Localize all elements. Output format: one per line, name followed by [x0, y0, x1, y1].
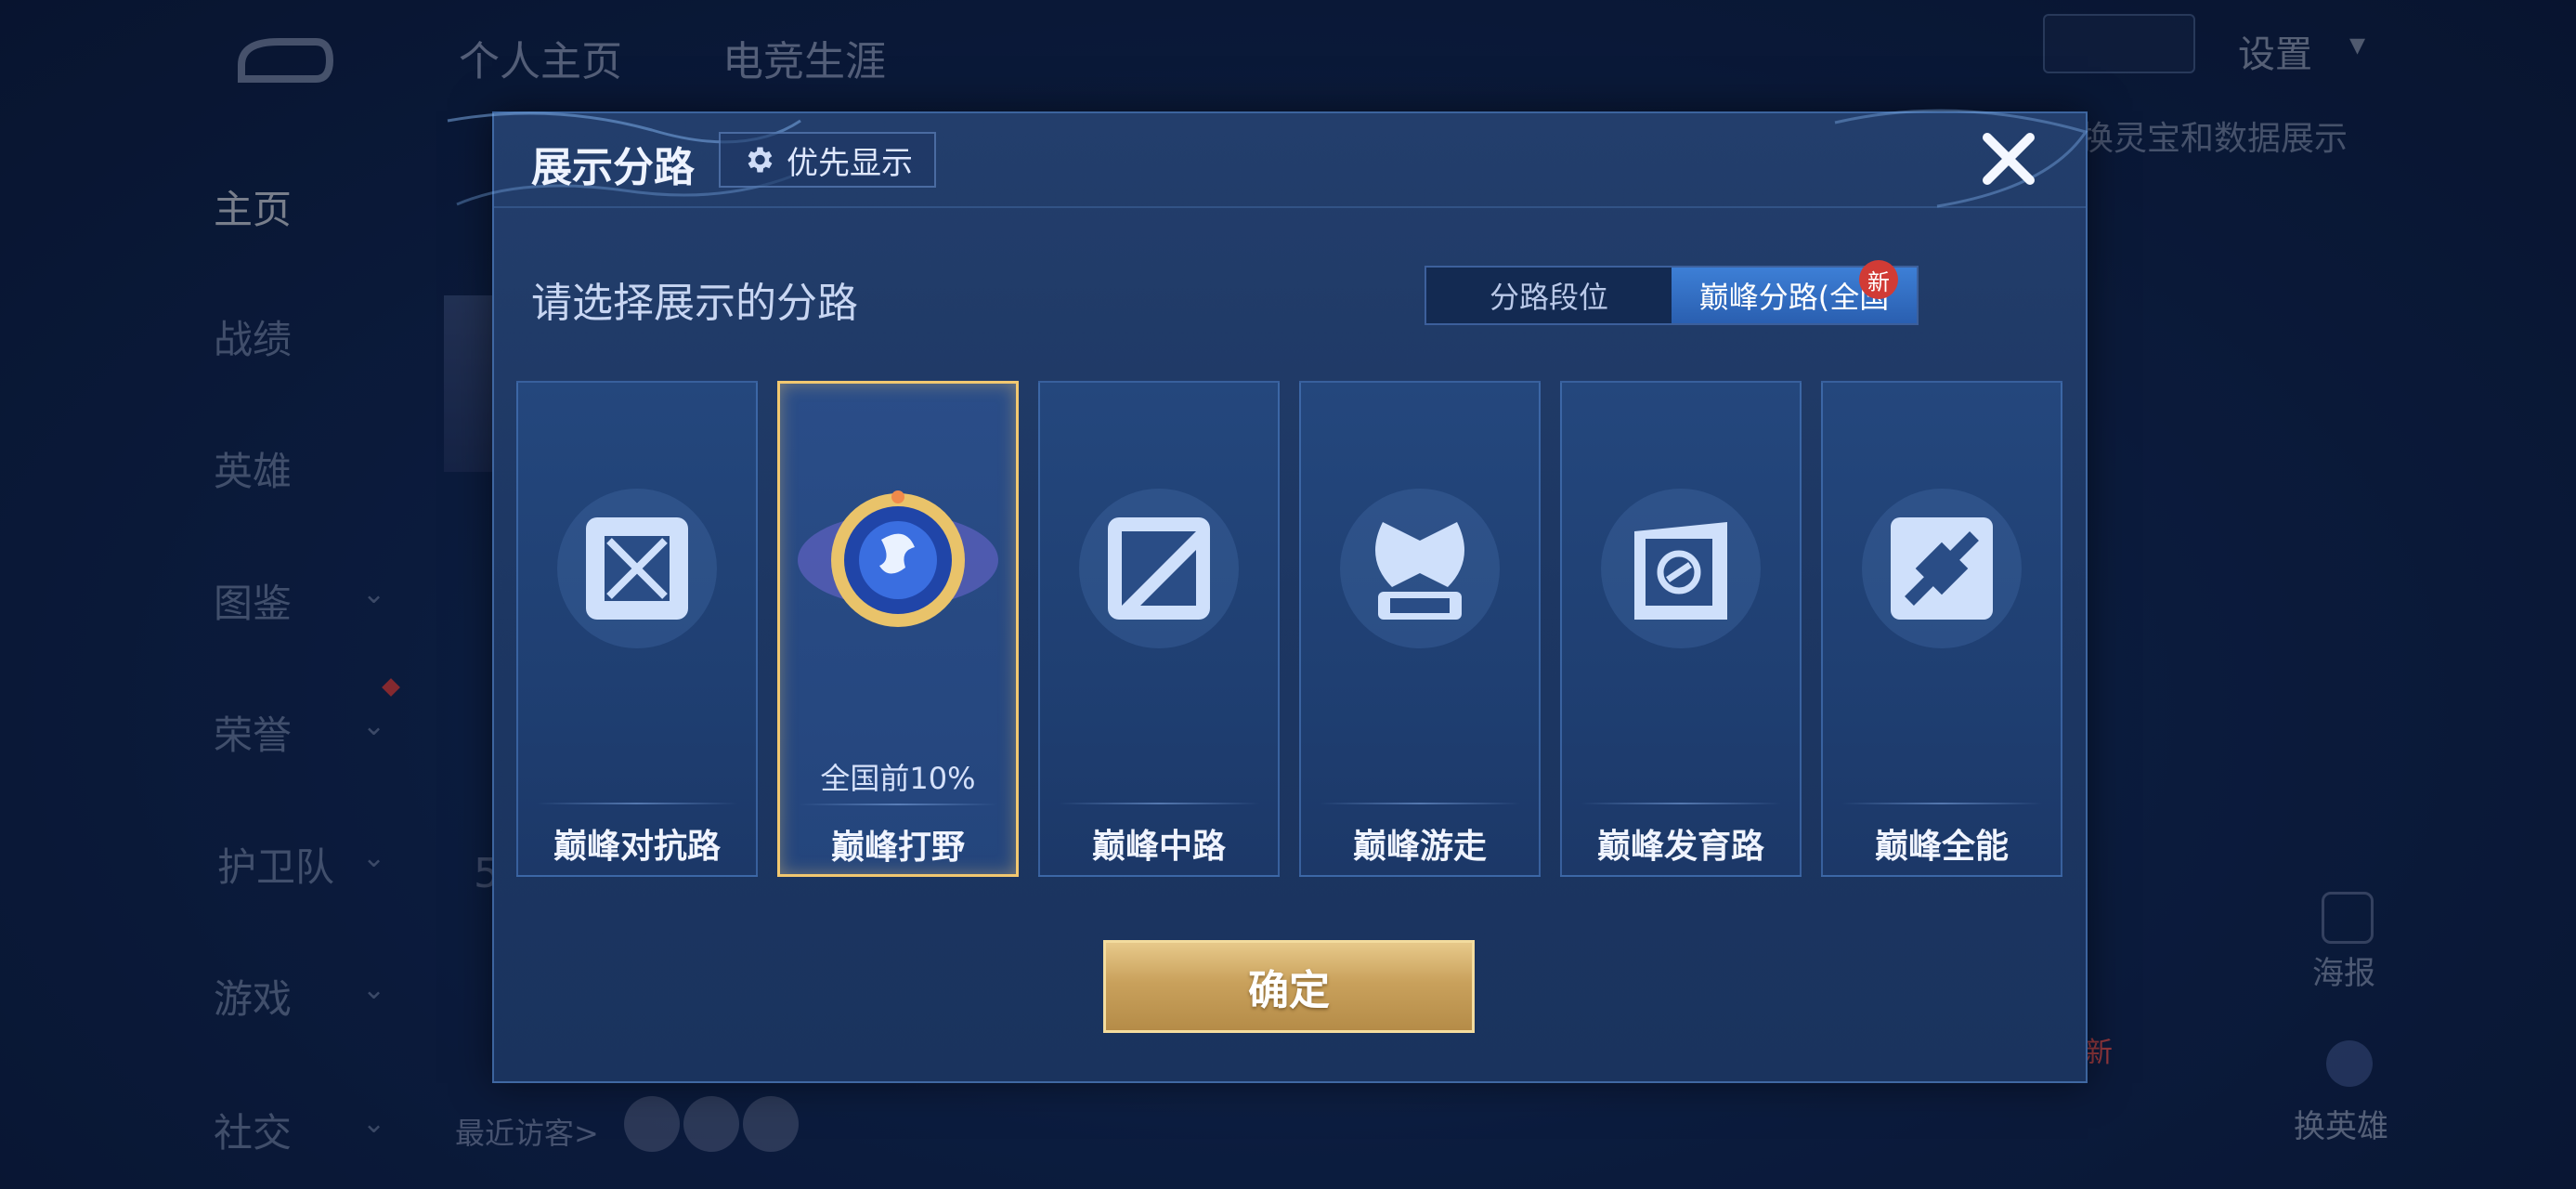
card-divider	[1841, 803, 2042, 804]
new-badge: 新	[1859, 260, 1898, 299]
lane-type-segmented-control: 分路段位 巅峰分路(全国 新	[1425, 260, 1919, 325]
lane-card-label: 巅峰全能	[1874, 828, 2009, 866]
lane-display-dialog: 展示分路 优先显示 请选择展示的分路 分路段位 巅峰分路(全国 新 巅峰对抗路 …	[447, 109, 2088, 1083]
lane-card-top[interactable]: 巅峰对抗路	[516, 381, 758, 877]
jungle-dragon-emblem-icon	[798, 490, 998, 627]
close-icon[interactable]	[1976, 126, 2041, 191]
all-round-icon	[1862, 489, 2022, 648]
lane-card-list: 巅峰对抗路 全国前10% 巅峰打野 巅峰中路 巅峰游走 巅峰发育路 巅峰全能	[516, 381, 2063, 877]
dialog-title: 展示分路	[531, 144, 695, 191]
lane-card-jungle[interactable]: 全国前10% 巅峰打野	[777, 381, 1019, 877]
lane-card-label: 巅峰中路	[1091, 828, 1226, 866]
card-divider	[1320, 803, 1520, 804]
tab-lane-rank[interactable]: 分路段位	[1426, 268, 1672, 323]
lane-card-label: 巅峰游走	[1352, 828, 1487, 866]
lane-card-roam[interactable]: 巅峰游走	[1299, 381, 1541, 877]
wings-icon	[1340, 489, 1500, 648]
lane-card-bottom[interactable]: 巅峰发育路	[1560, 381, 1802, 877]
card-divider	[1581, 803, 1781, 804]
lane-card-label: 巅峰对抗路	[553, 828, 721, 866]
mid-lane-slash-icon	[1079, 489, 1239, 648]
priority-display-button[interactable]: 优先显示	[719, 132, 936, 188]
card-divider	[1059, 803, 1259, 804]
bottom-lane-icon	[1601, 489, 1761, 648]
tab-peak-lane-national[interactable]: 巅峰分路(全国 新	[1672, 260, 1917, 323]
priority-display-label: 优先显示	[787, 144, 913, 182]
sword-cross-icon	[557, 489, 717, 648]
card-divider	[537, 803, 737, 804]
lane-rank-text: 全国前10%	[820, 761, 976, 796]
gear-icon	[748, 147, 773, 173]
lane-card-mid[interactable]: 巅峰中路	[1038, 381, 1280, 877]
confirm-button[interactable]: 确定	[1103, 940, 1475, 1033]
dialog-subtitle: 请选择展示的分路	[531, 280, 858, 327]
lane-card-label: 巅峰发育路	[1596, 828, 1764, 866]
lane-card-label: 巅峰打野	[830, 829, 965, 867]
dialog-header: 展示分路 优先显示	[494, 113, 2086, 208]
card-divider	[799, 804, 997, 805]
lane-card-all-round[interactable]: 巅峰全能	[1821, 381, 2062, 877]
